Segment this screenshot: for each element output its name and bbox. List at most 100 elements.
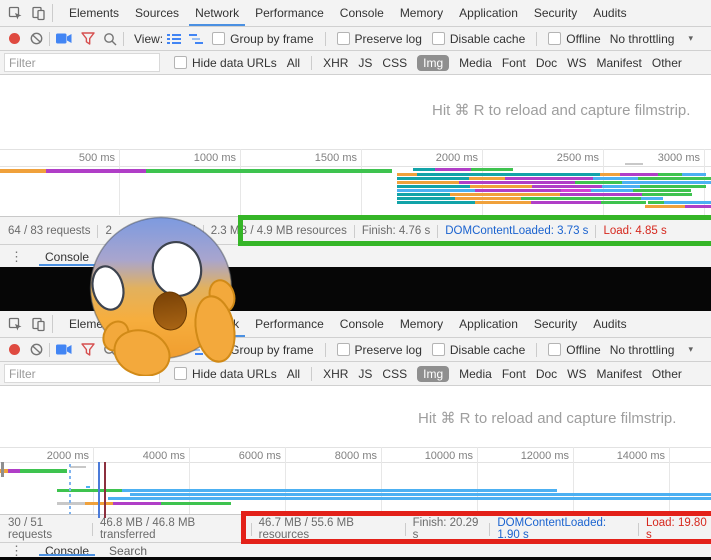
throttling-dropdown[interactable]: No throttling xyxy=(610,343,675,357)
type-filter-font[interactable]: Font xyxy=(502,56,526,70)
tab-application[interactable]: Application xyxy=(451,311,526,337)
type-filter-img[interactable]: Img xyxy=(417,55,449,71)
device-toolbar-icon[interactable] xyxy=(31,317,46,332)
view-waterfall-icon[interactable] xyxy=(189,33,203,45)
type-filter-ws[interactable]: WS xyxy=(567,56,586,70)
filmstrip-hint-text: Hit ⌘ R to reload and capture filmstrip. xyxy=(432,101,690,119)
filmstrip-camera-icon[interactable] xyxy=(56,33,72,44)
hide-data-urls-checkbox[interactable]: Hide data URLs xyxy=(174,56,277,70)
tab-console[interactable]: Console xyxy=(332,0,392,26)
tab-memory[interactable]: Memory xyxy=(392,311,451,337)
divider xyxy=(325,343,326,357)
tab-elements[interactable]: Elements xyxy=(61,0,127,26)
drawer-tabs: ConsoleSearch xyxy=(35,543,157,558)
inspect-element-icon[interactable] xyxy=(8,6,23,21)
type-filter-manifest[interactable]: Manifest xyxy=(597,56,642,70)
tab-network[interactable]: Network xyxy=(187,0,247,26)
divider xyxy=(325,32,326,46)
requests-count: 30 / 51 requests xyxy=(8,517,85,541)
domcontentloaded-time: DOMContentLoaded: 3.73 s xyxy=(445,225,588,237)
load-time: Load: 19.80 s xyxy=(646,517,711,541)
screenshot-root: ElementsSourcesNetworkPerformanceConsole… xyxy=(0,0,711,560)
filter-funnel-icon[interactable] xyxy=(81,32,95,45)
clear-icon[interactable] xyxy=(30,32,43,45)
filter-input[interactable] xyxy=(4,53,160,72)
network-status-bar: 30 / 51 requests 46.8 MB / 46.8 MB trans… xyxy=(0,514,711,543)
divider xyxy=(536,32,537,46)
type-filter-manifest[interactable]: Manifest xyxy=(597,367,642,381)
type-filter-all[interactable]: All xyxy=(287,56,300,70)
drawer-tab-console[interactable]: Console xyxy=(35,543,99,558)
requests-count: 64 / 83 requests xyxy=(8,225,90,237)
divider xyxy=(536,343,537,357)
load-time: Load: 4.85 s xyxy=(603,225,666,237)
clear-icon[interactable] xyxy=(30,343,43,356)
type-filter-js[interactable]: JS xyxy=(358,367,372,381)
tab-performance[interactable]: Performance xyxy=(247,0,332,26)
type-filter-all[interactable]: All xyxy=(287,367,300,381)
tab-sources[interactable]: Sources xyxy=(127,0,187,26)
inspect-element-icon[interactable] xyxy=(8,317,23,332)
type-filter-xhr[interactable]: XHR xyxy=(323,56,348,70)
network-filter-bar: Hide data URLs All XHR JS CSS Img Media Font Do… xyxy=(0,51,711,75)
drawer-tab-bar: ⋮ ConsoleSearch xyxy=(0,542,711,558)
record-button[interactable] xyxy=(9,344,20,355)
network-toolbar: View: Group by frame Preserve log Disabl… xyxy=(0,27,711,51)
type-filter-doc[interactable]: Doc xyxy=(536,367,557,381)
divider xyxy=(49,32,50,46)
type-filter-other[interactable]: Other xyxy=(652,367,682,381)
offline-checkbox[interactable]: Offline xyxy=(548,32,600,46)
record-button[interactable] xyxy=(9,33,20,44)
type-filter-ws[interactable]: WS xyxy=(567,367,586,381)
preserve-log-checkbox[interactable]: Preserve log xyxy=(337,343,422,357)
type-filter-js[interactable]: JS xyxy=(358,56,372,70)
tab-application[interactable]: Application xyxy=(451,0,526,26)
finish-time: Finish: 4.76 s xyxy=(362,225,430,237)
divider xyxy=(49,343,50,357)
tab-performance[interactable]: Performance xyxy=(247,311,332,337)
more-options-icon[interactable]: ⋮ xyxy=(10,249,23,265)
view-label: View: xyxy=(134,32,163,46)
group-by-frame-checkbox[interactable]: Group by frame xyxy=(212,32,313,46)
filmstrip-camera-icon[interactable] xyxy=(56,344,72,355)
disable-cache-checkbox[interactable]: Disable cache xyxy=(432,343,525,357)
drawer-tab-search[interactable]: Search xyxy=(99,543,157,558)
type-filter-font[interactable]: Font xyxy=(502,367,526,381)
type-filter-media[interactable]: Media xyxy=(459,56,492,70)
type-filter-xhr[interactable]: XHR xyxy=(323,367,348,381)
transferred-size: 46.8 MB / 46.8 MB transferred xyxy=(100,517,244,541)
divider xyxy=(52,315,53,333)
filmstrip-hint-text: Hit ⌘ R to reload and capture filmstrip. xyxy=(418,409,676,427)
type-filter-other[interactable]: Other xyxy=(652,56,682,70)
screaming-face-emoji xyxy=(86,212,238,376)
tab-audits[interactable]: Audits xyxy=(585,311,634,337)
divider xyxy=(311,367,312,381)
type-filter-doc[interactable]: Doc xyxy=(536,56,557,70)
type-filter-css[interactable]: CSS xyxy=(382,56,407,70)
type-filter-css[interactable]: CSS xyxy=(382,367,407,381)
type-filter-img[interactable]: Img xyxy=(417,366,449,382)
resources-size: 46.7 MB / 55.6 MB resources xyxy=(259,517,398,541)
offline-checkbox[interactable]: Offline xyxy=(548,343,600,357)
divider xyxy=(52,4,53,22)
device-toolbar-icon[interactable] xyxy=(31,6,46,21)
throttling-dropdown[interactable]: No throttling xyxy=(610,32,675,46)
tab-audits[interactable]: Audits xyxy=(585,0,634,26)
chevron-down-icon[interactable]: ▾ xyxy=(688,33,693,44)
view-list-icon[interactable] xyxy=(167,33,181,45)
preserve-log-checkbox[interactable]: Preserve log xyxy=(337,32,422,46)
tab-console[interactable]: Console xyxy=(332,311,392,337)
tab-memory[interactable]: Memory xyxy=(392,0,451,26)
disable-cache-checkbox[interactable]: Disable cache xyxy=(432,32,525,46)
tab-security[interactable]: Security xyxy=(526,311,585,337)
finish-time: Finish: 20.29 s xyxy=(413,517,483,541)
chevron-down-icon[interactable]: ▾ xyxy=(688,344,693,355)
resource-type-filters: All XHR JS CSS Img Media Font Doc WS Manifest Othe… xyxy=(282,55,687,71)
resource-type-filters: All XHR JS CSS Img Media Font Doc WS Manifest Othe… xyxy=(282,366,687,382)
type-filter-media[interactable]: Media xyxy=(459,367,492,381)
devtools-tab-bar: ElementsSourcesNetworkPerformanceConsole… xyxy=(0,0,711,27)
tab-security[interactable]: Security xyxy=(526,0,585,26)
divider xyxy=(123,32,124,46)
search-icon[interactable] xyxy=(103,32,117,46)
divider xyxy=(311,56,312,70)
